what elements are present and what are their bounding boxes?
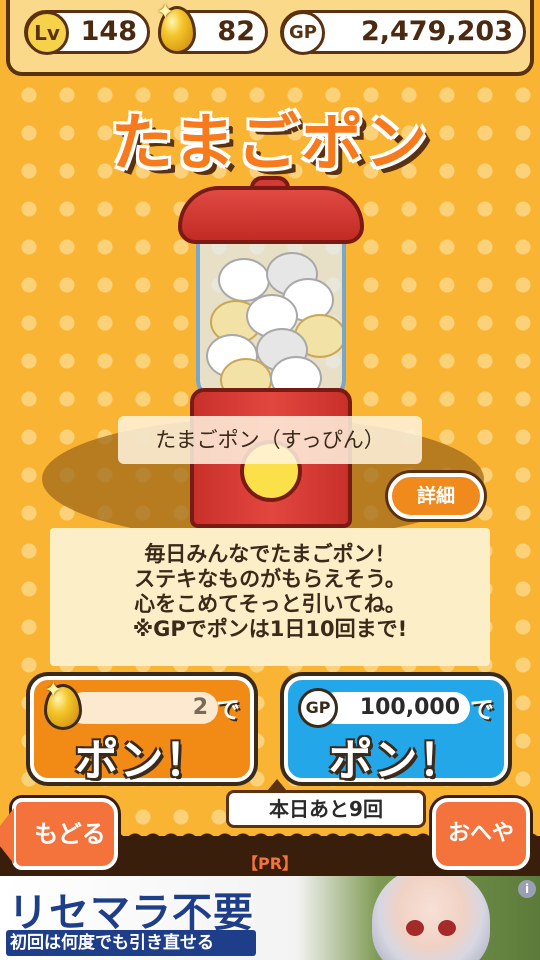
egg-cost-suffix: で bbox=[216, 696, 240, 724]
status-bar: Lv 148 82 ✦ GP 2,479,203 bbox=[6, 0, 534, 76]
level-display: Lv 148 bbox=[24, 10, 150, 55]
gp-cost: 100,000 bbox=[320, 692, 470, 724]
gold-egg-count: 82 bbox=[217, 16, 255, 47]
room-button[interactable]: おへや bbox=[432, 798, 530, 870]
gp-badge: GP bbox=[281, 11, 325, 55]
remaining-count: 本日あと9回 bbox=[226, 779, 426, 828]
back-arrow-icon bbox=[0, 808, 14, 864]
description-line: ※GPでポンは1日10回まで! bbox=[132, 617, 408, 641]
gp-badge: GP bbox=[298, 688, 338, 728]
back-button[interactable]: もどる bbox=[0, 798, 118, 870]
egg-pon-label: ポン！ bbox=[74, 735, 210, 786]
description-line: 毎日みんなでたまごポン！ bbox=[144, 542, 396, 566]
ad-subtitle: 初回は何度でも引き直せる bbox=[6, 930, 256, 956]
detail-button[interactable]: 詳細 bbox=[388, 473, 484, 519]
level-badge: Lv bbox=[25, 11, 69, 55]
machine-lid bbox=[178, 186, 364, 244]
ad-character-eye bbox=[438, 920, 456, 936]
gp-cost-suffix: で bbox=[470, 696, 494, 724]
description-panel: 毎日みんなでたまごポン！ ステキなものがもらえそう。 心をこめてそっと引いてね。… bbox=[50, 528, 490, 666]
description-line: 心をこめてそっと引いてね。 bbox=[134, 592, 406, 616]
back-button-label: もどる bbox=[34, 820, 106, 848]
gp-pon-label: ポン！ bbox=[328, 735, 464, 786]
egg-cost: 2 bbox=[68, 692, 218, 724]
gp-display: GP 2,479,203 bbox=[280, 10, 526, 55]
ad-character-image bbox=[372, 876, 490, 960]
sparkle-icon: ✦ bbox=[156, 0, 175, 25]
ad-character-eye bbox=[406, 920, 424, 936]
machine-name: たまごポン（すっぴん） bbox=[118, 416, 422, 464]
egg-pon-button[interactable]: 2 ✦ で ポン！ bbox=[30, 676, 254, 786]
page-title: たまごポン bbox=[110, 106, 430, 179]
gp-pon-button[interactable]: 100,000 GP で ポン！ bbox=[284, 676, 508, 786]
egg-jar bbox=[196, 224, 346, 400]
description-line: ステキなものがもらえそう。 bbox=[134, 567, 406, 591]
gp-value: 2,479,203 bbox=[360, 16, 513, 47]
ad-info-icon[interactable]: i bbox=[518, 880, 536, 898]
ad-banner[interactable]: リセマラ不要 初回は何度でも引き直せる bbox=[0, 876, 540, 960]
level-value: 148 bbox=[80, 16, 137, 47]
sparkle-icon: ✦ bbox=[44, 678, 63, 703]
